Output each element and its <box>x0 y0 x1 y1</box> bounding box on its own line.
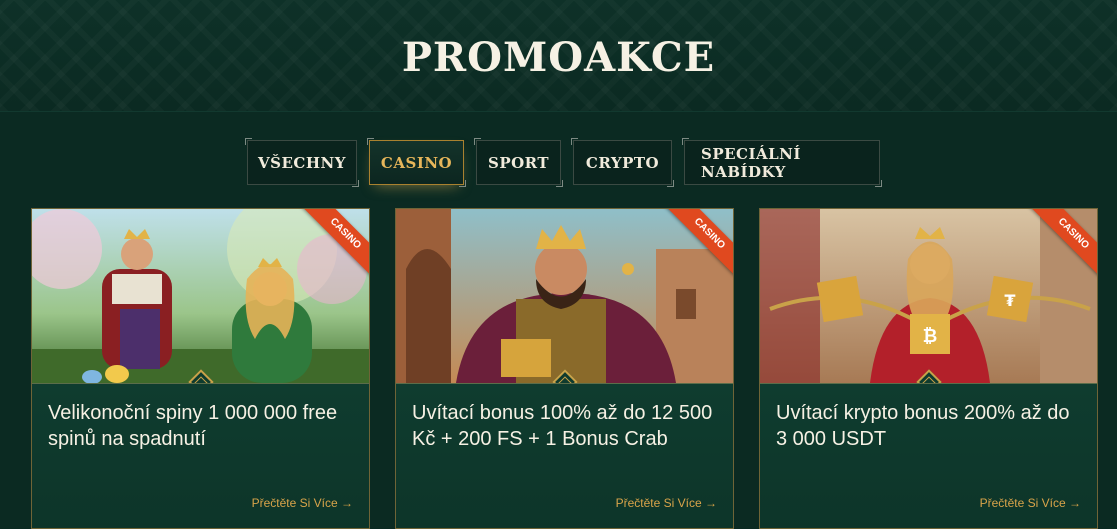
tab-vsechny[interactable]: VŠECHNY <box>245 138 359 187</box>
promo-card[interactable]: CASINO Velikonoční spiny 1 000 000 free … <box>31 208 370 529</box>
read-more-link[interactable]: Přečtěte Si Více → <box>616 496 717 510</box>
card-title: Uvítací krypto bonus 200% až do 3 000 US… <box>776 402 1070 450</box>
card-title: Uvítací bonus 100% až do 12 500 Kč + 200… <box>412 402 713 450</box>
tab-crypto[interactable]: CRYPTO <box>571 138 674 187</box>
card-body: Velikonoční spiny 1 000 000 free spinů n… <box>32 383 369 528</box>
promo-cards: CASINO Velikonoční spiny 1 000 000 free … <box>31 208 1098 529</box>
tab-sport[interactable]: SPORT <box>474 138 563 187</box>
card-title: Velikonoční spiny 1 000 000 free spinů n… <box>48 402 338 450</box>
promo-filter-tabs: VŠECHNY CASINO SPORT CRYPTO SPECIÁLNÍ NA… <box>245 138 882 187</box>
promo-image-easter[interactable] <box>32 209 369 383</box>
read-more-link[interactable]: Přečtěte Si Více → <box>980 496 1081 510</box>
page-title: PROMOAKCE <box>401 34 716 81</box>
card-body: Uvítací krypto bonus 200% až do 3 000 US… <box>760 383 1097 528</box>
svg-text:₿: ₿ <box>923 326 938 347</box>
tab-casino[interactable]: CASINO <box>367 138 466 187</box>
card-body: Uvítací bonus 100% až do 12 500 Kč + 200… <box>396 383 733 528</box>
promo-image-king[interactable] <box>396 209 733 383</box>
promo-image-crypto[interactable]: ₿ ₮ <box>760 209 1097 383</box>
svg-text:₮: ₮ <box>1004 291 1015 310</box>
promo-card[interactable]: CASINO Uvítací bonus 100% až do 12 500 K… <box>395 208 734 529</box>
promo-card[interactable]: ₿ ₮ CASINO Uvítací krypto bonus 200% až … <box>759 208 1098 529</box>
tab-specialni-nabidky[interactable]: SPECIÁLNÍ NABÍDKY <box>682 138 882 187</box>
read-more-link[interactable]: Přečtěte Si Více → <box>252 496 353 510</box>
